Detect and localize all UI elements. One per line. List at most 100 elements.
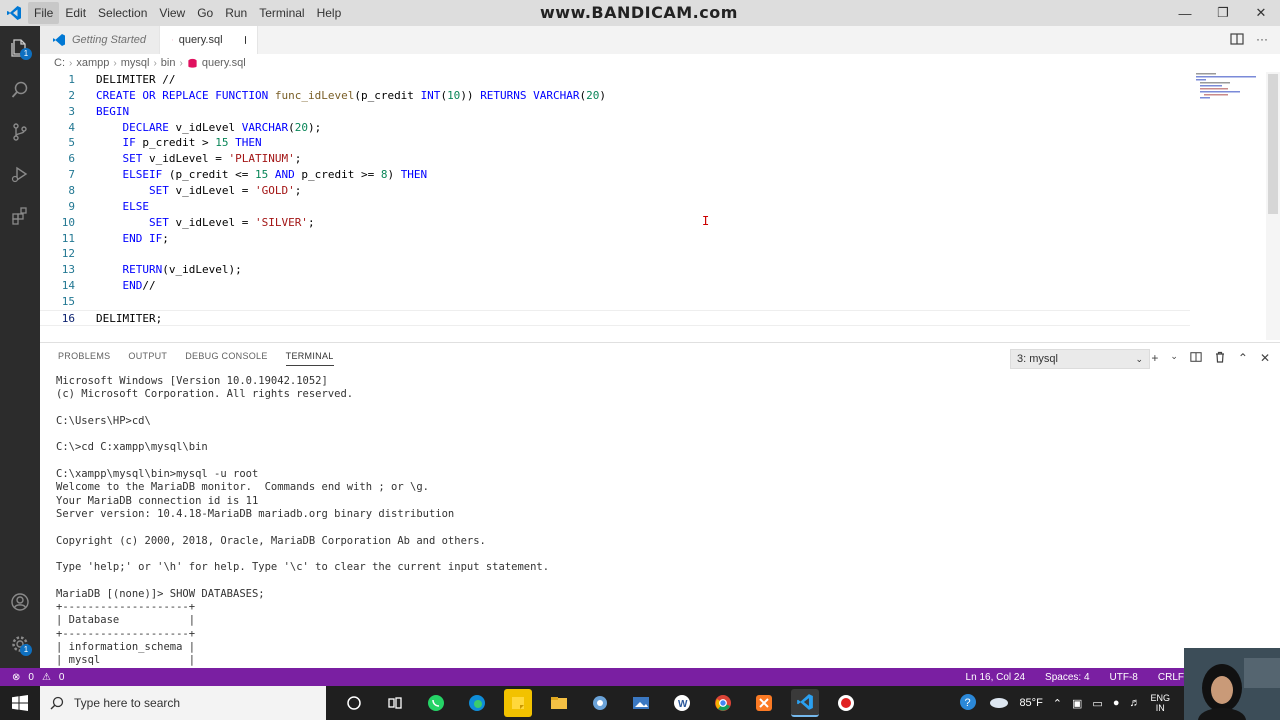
terminal-select[interactable]: 3: mysql ⌄ bbox=[1010, 349, 1150, 369]
battery-icon[interactable]: ▭ bbox=[1092, 697, 1102, 710]
account-icon[interactable] bbox=[0, 582, 40, 622]
more-actions-icon[interactable]: ··· bbox=[1256, 32, 1268, 49]
word-icon[interactable]: W bbox=[668, 689, 696, 717]
task-view-icon[interactable] bbox=[381, 689, 409, 717]
menu-help[interactable]: Help bbox=[311, 2, 348, 24]
chevron-up-icon[interactable]: ⌃ bbox=[1053, 697, 1062, 710]
tab-debug-console[interactable]: DEBUG CONSOLE bbox=[185, 351, 267, 366]
menu-view[interactable]: View bbox=[153, 2, 191, 24]
code-line[interactable]: 5 IF p_credit > 15 THEN bbox=[40, 135, 1190, 151]
status-bar: ⊗ 0 ⚠ 0 Ln 16, Col 24 Spaces: 4 UTF-8 CR… bbox=[0, 668, 1280, 686]
split-terminal-icon[interactable] bbox=[1190, 351, 1202, 366]
breadcrumb-item[interactable]: bin bbox=[161, 57, 176, 69]
taskbar-search[interactable]: Type here to search bbox=[40, 686, 326, 720]
code-text: SET v_idLevel = 'SILVER'; bbox=[148, 215, 315, 229]
status-problems[interactable]: ⊗ 0 ⚠ 0 bbox=[0, 672, 64, 683]
code-line[interactable]: 3 BEGIN bbox=[40, 104, 1190, 120]
run-debug-icon[interactable] bbox=[0, 154, 40, 194]
cursor-position[interactable]: Ln 16, Col 24 bbox=[966, 672, 1026, 683]
breadcrumb-item[interactable]: mysql bbox=[121, 57, 150, 69]
code-line[interactable]: 16 DELIMITER; bbox=[40, 309, 1190, 326]
whatsapp-icon[interactable] bbox=[422, 689, 450, 717]
menu-run[interactable]: Run bbox=[219, 2, 253, 24]
terminal-line: | mysql | bbox=[56, 654, 196, 667]
extensions-icon[interactable] bbox=[0, 196, 40, 236]
line-number: 4 bbox=[68, 120, 75, 134]
photos-icon[interactable] bbox=[627, 689, 655, 717]
terminal-line: | Database | bbox=[56, 614, 196, 627]
settings-badge: 1 bbox=[20, 644, 32, 656]
sticky-notes-icon[interactable] bbox=[504, 689, 532, 717]
chevron-down-icon[interactable]: ⌄ bbox=[1170, 351, 1178, 366]
code-line[interactable]: 7 ELSEIF (p_credit <= 15 AND p_credit >=… bbox=[40, 167, 1190, 183]
line-number: 9 bbox=[68, 199, 75, 213]
maximize-panel-icon[interactable]: ⌃ bbox=[1238, 351, 1248, 366]
record-icon[interactable] bbox=[832, 689, 860, 717]
restore-icon[interactable]: ❐ bbox=[1204, 0, 1242, 26]
menu-edit[interactable]: Edit bbox=[59, 2, 92, 24]
edge-browser-icon[interactable] bbox=[463, 689, 491, 717]
editor-scrollbar[interactable] bbox=[1266, 72, 1280, 340]
tab-output[interactable]: OUTPUT bbox=[128, 351, 167, 366]
terminal-line: MariaDB [(none)]> SHOW DATABASES; bbox=[56, 587, 265, 600]
status-right: Ln 16, Col 24 Spaces: 4 UTF-8 CRLF bbox=[966, 672, 1184, 683]
tab-getting-started[interactable]: Getting Started bbox=[40, 26, 160, 54]
scroll-thumb[interactable] bbox=[1268, 74, 1278, 214]
code-line[interactable]: 9 ELSE bbox=[40, 199, 1190, 215]
close-panel-icon[interactable]: ✕ bbox=[1260, 351, 1270, 366]
windows-start-icon[interactable] bbox=[0, 686, 40, 720]
code-line[interactable]: 14 END// bbox=[40, 278, 1190, 294]
menu-file[interactable]: File bbox=[28, 2, 60, 24]
code-line[interactable]: 8 SET v_idLevel = 'GOLD'; bbox=[40, 183, 1190, 199]
code-line[interactable]: 4 DECLARE v_idLevel VARCHAR(20); bbox=[40, 120, 1190, 136]
code-line[interactable]: 15 bbox=[40, 294, 1190, 310]
tab-terminal[interactable]: TERMINAL bbox=[285, 351, 334, 366]
file-explorer-icon[interactable] bbox=[545, 689, 573, 717]
indentation[interactable]: Spaces: 4 bbox=[1045, 672, 1089, 683]
code-text: BEGIN bbox=[96, 104, 130, 118]
tab-problems[interactable]: PROBLEMS bbox=[58, 351, 110, 366]
line-number: 15 bbox=[61, 294, 75, 308]
code-line[interactable]: 1 DELIMITER // bbox=[40, 72, 1190, 88]
code-line[interactable]: 11 END IF; bbox=[40, 231, 1190, 247]
language-indicator[interactable]: ENG IN bbox=[1150, 693, 1170, 713]
code-editor[interactable]: 1 DELIMITER // 2 CREATE OR REPLACE FUNCTION… bbox=[40, 72, 1280, 340]
help-icon[interactable]: ? bbox=[959, 693, 977, 714]
tab-label: Getting Started bbox=[72, 34, 146, 46]
menu-selection[interactable]: Selection bbox=[92, 2, 153, 24]
explorer-icon[interactable]: 1 bbox=[0, 28, 40, 68]
search-icon[interactable] bbox=[0, 70, 40, 110]
menu-terminal[interactable]: Terminal bbox=[253, 2, 310, 24]
weather-cloud-icon[interactable] bbox=[987, 695, 1009, 712]
close-icon[interactable]: ✕ bbox=[1242, 0, 1280, 26]
xampp-icon[interactable] bbox=[750, 689, 778, 717]
network-icon[interactable]: ▣ bbox=[1072, 697, 1082, 710]
new-terminal-icon[interactable]: + bbox=[1151, 351, 1158, 366]
menu-go[interactable]: Go bbox=[191, 2, 219, 24]
tab-query-sql[interactable]: query.sql bbox=[160, 26, 258, 54]
terminal-output[interactable]: Microsoft Windows [Version 10.0.19042.10… bbox=[56, 375, 1256, 667]
microphone-icon[interactable]: ● bbox=[1113, 697, 1120, 709]
encoding[interactable]: UTF-8 bbox=[1110, 672, 1138, 683]
code-line[interactable]: 2 CREATE OR REPLACE FUNCTION func_idLevel… bbox=[40, 88, 1190, 104]
temperature[interactable]: 85°F bbox=[1019, 697, 1042, 709]
source-control-icon[interactable] bbox=[0, 112, 40, 152]
code-line[interactable]: 13 RETURN(v_idLevel); bbox=[40, 262, 1190, 278]
code-line[interactable]: 6 SET v_idLevel = 'PLATINUM'; bbox=[40, 151, 1190, 167]
chrome-icon[interactable] bbox=[709, 689, 737, 717]
split-editor-icon[interactable] bbox=[1230, 32, 1244, 49]
breadcrumb-item[interactable]: xampp bbox=[76, 57, 109, 69]
settings-gear-icon[interactable]: 1 bbox=[0, 624, 40, 664]
end-of-line[interactable]: CRLF bbox=[1158, 672, 1184, 683]
code-line[interactable]: 12 bbox=[40, 246, 1190, 262]
cortana-icon[interactable] bbox=[340, 689, 368, 717]
breadcrumb-item[interactable]: query.sql bbox=[202, 57, 246, 69]
minimap[interactable] bbox=[1194, 72, 1266, 102]
trash-icon[interactable] bbox=[1214, 351, 1226, 366]
breadcrumb-item[interactable]: C: bbox=[54, 57, 65, 69]
volume-icon[interactable]: ♬ bbox=[1129, 697, 1140, 709]
code-line[interactable]: 10 SET v_idLevel = 'SILVER'; bbox=[40, 215, 1190, 231]
minimize-icon[interactable]: — bbox=[1166, 0, 1204, 26]
app-icon[interactable] bbox=[586, 689, 614, 717]
vscode-taskbar-icon[interactable] bbox=[791, 689, 819, 717]
